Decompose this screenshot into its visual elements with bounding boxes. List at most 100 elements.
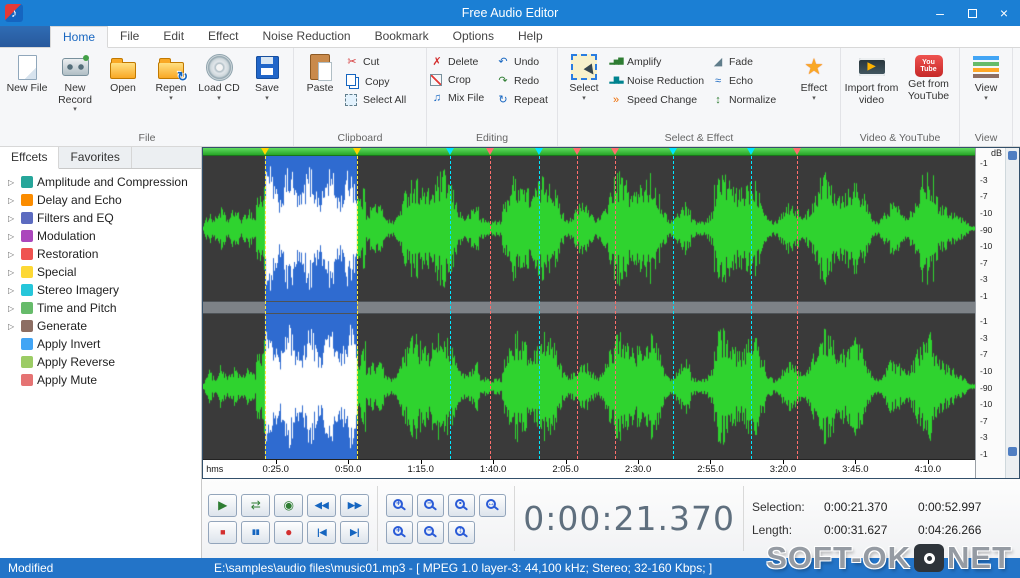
vertical-zoom-handle-bottom[interactable] [1008,447,1017,456]
vertical-zoom-slider[interactable] [1005,148,1019,478]
play-selection-button[interactable]: ◉ [274,494,303,517]
tree-item-filters-and-eq[interactable]: ▷Filters and EQ [4,209,201,227]
play-icon: ▶ [218,498,227,512]
zoom-out-button[interactable]: − [417,494,444,517]
tab-effect[interactable]: Effect [196,26,250,47]
zoom-in-button[interactable]: + [386,494,413,517]
reopen-button[interactable]: ↻ Repen ▾ [148,50,194,102]
backstage-corner[interactable] [0,26,50,47]
waveform-channel-right[interactable] [203,314,975,459]
cut-button[interactable]: ✂ Cut [345,55,423,69]
loaded-progress-strip[interactable] [203,148,975,156]
expand-arrow-icon[interactable]: ▷ [8,250,17,259]
apply-mute-icon [21,374,33,386]
zoom-selection-button[interactable]: ▪ [448,494,475,517]
tab-noise-reduction[interactable]: Noise Reduction [251,26,363,47]
tab-options[interactable]: Options [441,26,506,47]
copy-button[interactable]: Copy [345,74,423,89]
tree-item-apply-invert[interactable]: Apply Invert [4,335,201,353]
editor-area: hms 0:25.00:50.01:15.01:40.02:05.02:30.0… [202,147,1020,558]
expand-arrow-icon[interactable]: ▷ [8,304,17,313]
crop-button[interactable]: Crop [430,74,494,86]
zoom-selection-icon: ▪ [455,499,465,509]
expand-arrow-icon[interactable]: ▷ [8,268,17,277]
waveform-display[interactable] [203,156,975,459]
record-button[interactable]: ● [274,521,303,544]
undo-button[interactable]: ↶ Undo [496,55,554,69]
minimize-button[interactable]: – [924,0,956,26]
vertical-zoom-fit-button[interactable]: ↕ [448,521,475,544]
speed-change-button[interactable]: » Speed Change [609,93,709,107]
expand-arrow-icon[interactable]: ▷ [8,286,17,295]
next-button[interactable]: ▶| [340,521,369,544]
tab-help[interactable]: Help [506,26,555,47]
effect-button[interactable]: ★ Effect ▾ [791,50,837,102]
new-file-button[interactable]: New File [4,50,50,95]
tree-item-special[interactable]: ▷Special [4,263,201,281]
zoom-full-button[interactable]: ↔ [479,494,506,517]
open-folder-icon [109,53,137,81]
window-title: Free Audio Editor [0,6,1020,20]
expand-arrow-icon[interactable]: ▷ [8,178,17,187]
button-label: Noise Reduction [627,75,704,87]
stop-button[interactable]: ■ [208,521,237,544]
tab-edit[interactable]: Edit [151,26,196,47]
tree-item-amplitude-and-compression[interactable]: ▷Amplitude and Compression [4,173,201,191]
play-button[interactable]: ▶ [208,494,237,517]
select-all-button[interactable]: Select All [345,94,423,106]
view-button[interactable]: View ▾ [963,50,1009,102]
tab-file[interactable]: File [108,26,151,47]
load-cd-button[interactable]: Load CD ▾ [196,50,242,102]
open-button[interactable]: Open [100,50,146,95]
youtube-icon-text: You Tube [917,59,941,73]
copy-icon [346,74,356,86]
tree-item-restoration[interactable]: ▷Restoration [4,245,201,263]
tree-item-stereo-imagery[interactable]: ▷Stereo Imagery [4,281,201,299]
vertical-zoom-fit-icon: ↕ [455,526,465,536]
new-record-button[interactable]: New Record ▾ [52,50,98,113]
expand-arrow-icon[interactable]: ▷ [8,322,17,331]
delete-button[interactable]: ✗ Delete [430,55,494,69]
button-label: Effect [801,83,828,95]
forward-button[interactable]: ▶▶ [340,494,369,517]
fade-button[interactable]: ◢ Fade [711,55,789,69]
echo-button[interactable]: ≈ Echo [711,74,789,88]
import-from-video-button[interactable]: ▶ Import from video [844,50,899,106]
pause-button[interactable]: ▮▮ [241,521,270,544]
tree-item-apply-reverse[interactable]: Apply Reverse [4,353,201,371]
loop-button[interactable]: ⇄ [241,494,270,517]
close-button[interactable]: × [988,0,1020,26]
get-from-youtube-button[interactable]: You Tube Get from YouTube [901,50,956,102]
vertical-zoom-out-button[interactable]: − [417,521,444,544]
tab-home[interactable]: Home [50,26,108,48]
vertical-zoom-in-button[interactable]: + [386,521,413,544]
vertical-zoom-handle-top[interactable] [1008,151,1017,160]
expand-arrow-icon[interactable]: ▷ [8,196,17,205]
tab-bookmark[interactable]: Bookmark [363,26,441,47]
maximize-button[interactable] [956,0,988,26]
rewind-button[interactable]: ◀◀ [307,494,336,517]
tab-effects[interactable]: Effcets [0,147,59,169]
tree-item-delay-and-echo[interactable]: ▷Delay and Echo [4,191,201,209]
tab-favorites[interactable]: Favorites [59,147,131,168]
paste-button[interactable]: Paste [297,50,343,95]
tree-item-time-and-pitch[interactable]: ▷Time and Pitch [4,299,201,317]
expand-arrow-icon[interactable]: ▷ [8,232,17,241]
amplify-icon: ▂▅▇ [609,55,623,69]
mix-file-button[interactable]: ♫ Mix File [430,91,494,105]
tree-item-apply-mute[interactable]: Apply Mute [4,371,201,389]
refresh-overlay-icon: ↻ [177,69,188,85]
expand-arrow-icon[interactable]: ▷ [8,214,17,223]
waveform-channel-left[interactable] [203,156,975,301]
repeat-button[interactable]: ↻ Repeat [496,93,554,107]
timeline-ruler[interactable]: hms 0:25.00:50.01:15.01:40.02:05.02:30.0… [203,459,975,477]
noise-reduction-button[interactable]: ▂▇▃ Noise Reduction [609,74,709,88]
save-button[interactable]: Save ▾ [244,50,290,102]
redo-button[interactable]: ↷ Redo [496,74,554,88]
tree-item-modulation[interactable]: ▷Modulation [4,227,201,245]
amplify-button[interactable]: ▂▅▇ Amplify [609,55,709,69]
previous-button[interactable]: |◀ [307,521,336,544]
select-button[interactable]: Select ▾ [561,50,607,102]
tree-item-generate[interactable]: ▷Generate [4,317,201,335]
normalize-button[interactable]: ↕ Normalize [711,93,789,107]
